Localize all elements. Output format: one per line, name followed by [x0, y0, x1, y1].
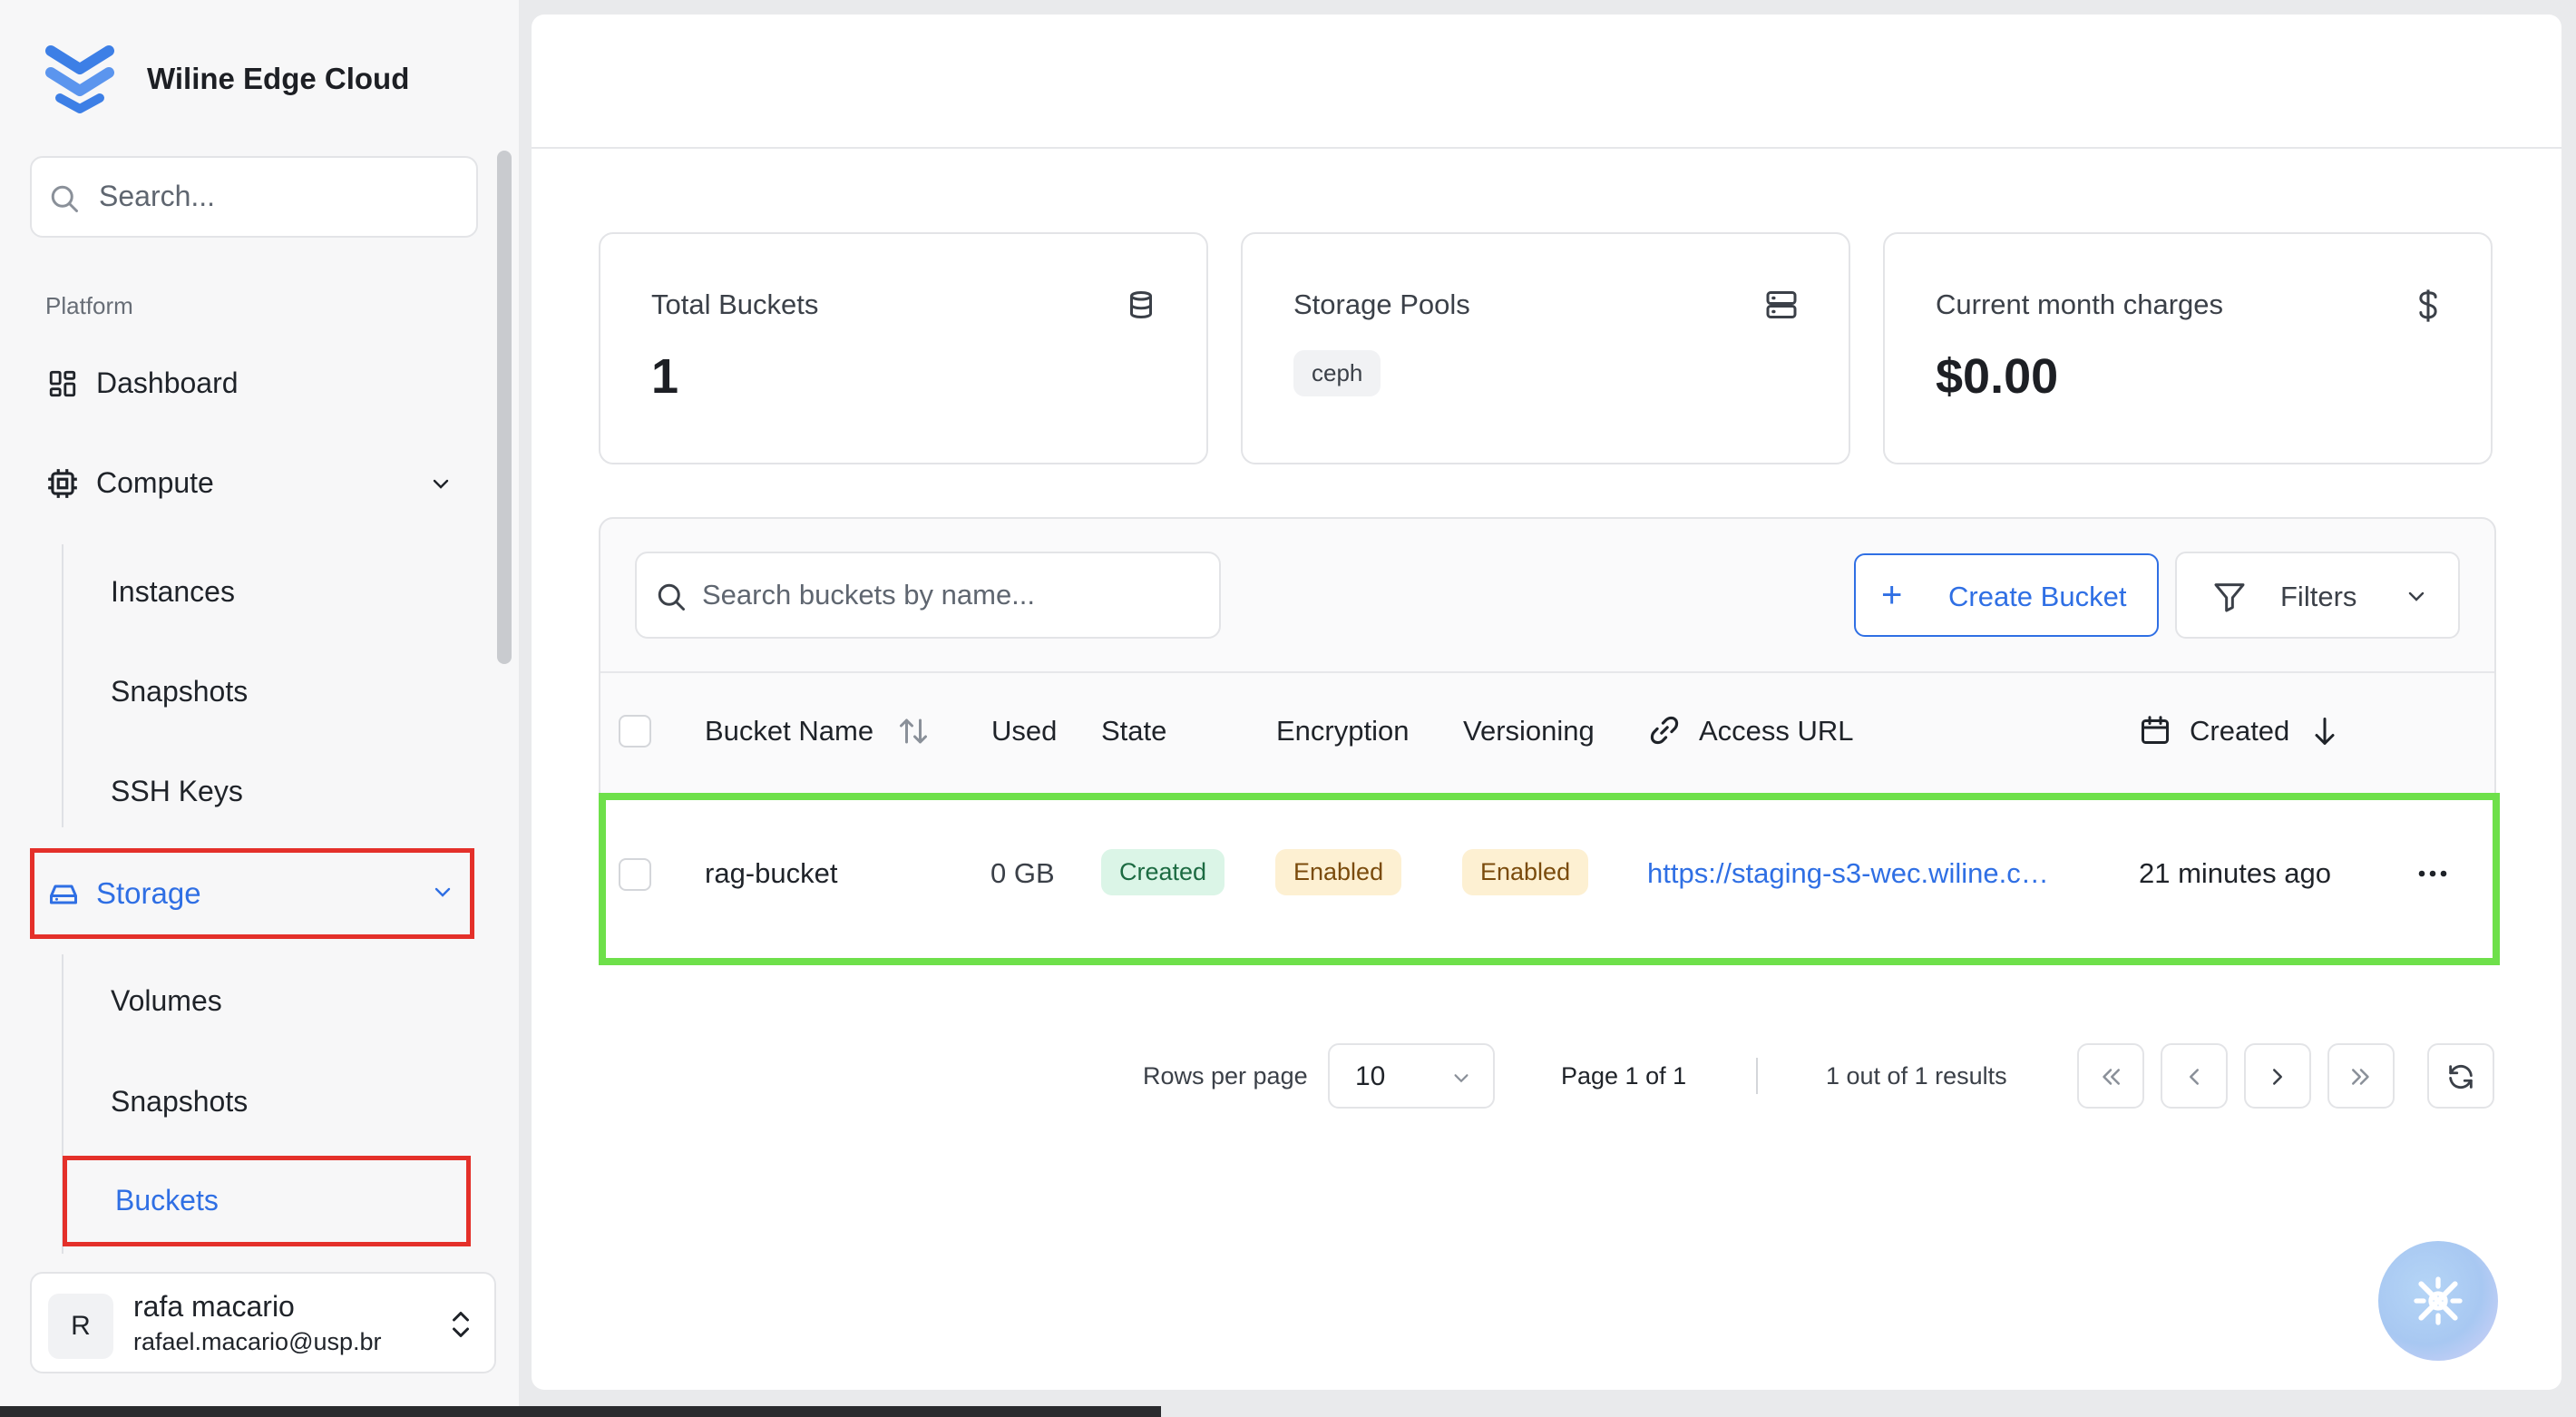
refresh-button[interactable] — [2427, 1043, 2494, 1109]
column-header-state: State — [1101, 715, 1167, 747]
dollar-icon — [2419, 289, 2437, 322]
rows-per-page-value: 10 — [1355, 1061, 1386, 1091]
rows-per-page-label: Rows per page — [1143, 1062, 1308, 1090]
user-email: rafael.macario@usp.br — [133, 1328, 382, 1355]
table-header-divider — [600, 671, 2494, 673]
brand-name: Wiline Edge Cloud — [147, 62, 410, 95]
row-highlight-box — [599, 793, 2500, 965]
window-bottom-strip — [0, 1406, 1161, 1417]
card-title: Current month charges — [1936, 288, 2224, 320]
sidebar-subitem-volumes[interactable]: Volumes — [111, 984, 222, 1018]
refresh-icon — [2449, 1064, 2473, 1090]
column-header-used: Used — [991, 715, 1058, 747]
brand-logo-icon — [45, 45, 114, 113]
sidebar-subitem-instances[interactable]: Instances — [111, 575, 235, 609]
chevron-down-icon — [434, 887, 451, 897]
database-icon — [1130, 291, 1152, 319]
calendar-icon — [2142, 716, 2169, 744]
assistant-icon — [2414, 1276, 2463, 1325]
storage-icon — [50, 884, 77, 904]
sidebar-subitem-storage-snapshots[interactable]: Snapshots — [111, 1085, 248, 1119]
sidebar-subitem-ssh-keys[interactable]: SSH Keys — [111, 775, 243, 808]
previous-page-button[interactable] — [2161, 1043, 2228, 1109]
card-title: Total Buckets — [651, 288, 819, 320]
chevron-down-icon — [1454, 1074, 1469, 1083]
search-icon — [658, 583, 685, 611]
card-value: $0.00 — [1936, 349, 2059, 404]
results-count: 1 out of 1 results — [1826, 1062, 2007, 1090]
plus-icon: + — [1881, 575, 1903, 615]
search-icon — [51, 185, 78, 212]
sidebar-search-placeholder: Search... — [99, 180, 216, 212]
chevron-right-icon — [2273, 1069, 2282, 1085]
assistant-fab-button[interactable] — [2378, 1241, 2498, 1361]
rows-per-page-select[interactable]: 10 — [1328, 1043, 1495, 1109]
server-icon — [1766, 291, 1797, 318]
card-current-month-charges: Current month charges $0.00 — [1883, 232, 2493, 464]
first-page-button[interactable] — [2077, 1043, 2144, 1109]
chevron-up-down-icon — [453, 1312, 469, 1337]
create-bucket-button[interactable]: + Create Bucket — [1854, 553, 2159, 637]
card-storage-pools: Storage Pools ceph — [1241, 232, 1850, 464]
column-header-versioning: Versioning — [1463, 715, 1595, 747]
chevron-down-icon — [433, 479, 449, 489]
sidebar-item-label: Compute — [96, 466, 214, 499]
column-header-bucket-name[interactable]: Bucket Name — [705, 715, 873, 748]
sidebar-item-dashboard[interactable]: Dashboard — [45, 361, 472, 406]
filters-button[interactable]: Filters — [2175, 552, 2460, 639]
pagination-divider — [1756, 1058, 1758, 1094]
create-bucket-label: Create Bucket — [1948, 581, 2127, 612]
sidebar-search-input[interactable]: Search... — [30, 156, 478, 238]
arrow-down-icon[interactable] — [2311, 715, 2338, 748]
sidebar-item-label: Storage — [96, 876, 201, 910]
user-name: rafa macario — [133, 1290, 295, 1323]
header-divider — [532, 147, 2561, 149]
chevron-left-icon — [2190, 1069, 2199, 1085]
column-header-access-url: Access URL — [1699, 715, 1854, 747]
last-page-button[interactable] — [2327, 1043, 2395, 1109]
sidebar-item-label: Dashboard — [96, 366, 239, 399]
chevron-down-icon — [2408, 591, 2425, 601]
card-total-buckets: Total Buckets 1 — [599, 232, 1208, 464]
bucket-search-input[interactable]: Search buckets by name... — [635, 552, 1221, 639]
bucket-search-placeholder: Search buckets by name... — [702, 579, 1036, 611]
column-header-encryption: Encryption — [1276, 715, 1410, 747]
user-menu[interactable]: R rafa macario rafael.macario@usp.br — [30, 1272, 496, 1373]
sidebar-subitem-label: Buckets — [115, 1184, 219, 1217]
link-icon — [1650, 716, 1679, 745]
filters-label: Filters — [2280, 581, 2357, 612]
sidebar-scrollbar[interactable] — [497, 151, 512, 664]
storage-pool-chip: ceph — [1293, 350, 1381, 396]
cpu-icon — [48, 469, 77, 498]
filter-icon — [2214, 583, 2245, 612]
avatar: R — [48, 1294, 113, 1359]
page-indicator: Page 1 of 1 — [1561, 1062, 1687, 1090]
section-label-platform: Platform — [45, 292, 133, 319]
card-title: Storage Pools — [1293, 288, 1470, 320]
select-all-checkbox[interactable] — [619, 715, 651, 748]
card-value: 1 — [651, 349, 679, 404]
sort-icon[interactable] — [896, 715, 931, 748]
chevrons-right-icon — [2352, 1069, 2369, 1085]
chevrons-left-icon — [2103, 1069, 2120, 1085]
compute-subnav-line — [62, 544, 63, 827]
dashboard-icon — [49, 370, 76, 397]
sidebar-subitem-compute-snapshots[interactable]: Snapshots — [111, 675, 248, 708]
next-page-button[interactable] — [2244, 1043, 2311, 1109]
sidebar-item-compute[interactable]: Compute — [45, 461, 472, 506]
column-header-created[interactable]: Created — [2190, 715, 2289, 748]
